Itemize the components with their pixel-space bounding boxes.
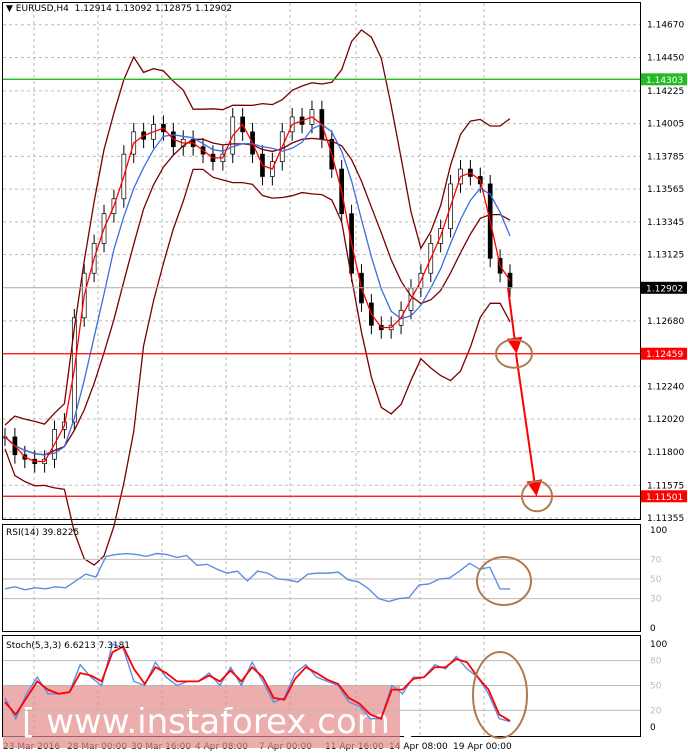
watermark: [ www.instaforex.com ] [22,702,414,742]
rsi-circle [476,556,532,606]
bollinger-lower [4,168,511,566]
dropdown-triangle-icon[interactable]: ▼ [6,4,16,14]
ma-slow [4,123,511,456]
chart-canvas[interactable]: 23 Mar 201628 Mar 00:0030 Mar 16:004 Apr… [0,0,688,755]
rsi-tick: 30 [650,595,662,605]
x-tick-label: 19 Apr 00:00 [453,742,512,752]
y-tick-label: 1.12240 [647,382,684,392]
ohlc-values: 1.12914 1.13092 1.12875 1.12902 [74,4,233,14]
stoch-tick: 80 [650,657,662,667]
level-label: 1.12459 [646,350,683,360]
y-tick-label: 1.12020 [647,415,684,425]
rsi-tick: 50 [650,575,662,585]
y-tick-label: 1.13345 [647,218,684,228]
y-tick-label: 1.13785 [647,152,684,162]
rsi-tick: 100 [650,526,667,536]
stoch-tick: 0 [650,723,656,733]
rsi-tick: 70 [650,555,662,565]
rsi-title: RSI(14) 39.8225 [6,528,79,538]
y-tick-label: 1.11575 [647,481,684,491]
y-tick-label: 1.13125 [647,251,684,261]
chart-header: ▼ EURUSD,H4 1.12914 1.13092 1.12875 1.12… [6,4,232,14]
ma-fast [4,116,511,463]
stoch-tick: 20 [650,706,662,716]
y-tick-label: 1.14005 [647,120,684,130]
stoch-title: Stoch(5,3,3) 6.6213 7.3181 [6,641,130,651]
stoch-circle [472,651,528,739]
y-tick-label: 1.14225 [647,87,684,97]
current-price-label: 1.12902 [646,284,683,294]
level-label: 1.11501 [646,493,683,503]
stoch-tick: 50 [650,682,662,692]
level-label: 1.14303 [646,76,683,86]
chart-window: 23 Mar 201628 Mar 00:0030 Mar 16:004 Apr… [0,0,688,755]
y-tick-label: 1.14670 [647,21,684,31]
y-tick-label: 1.11800 [647,448,684,458]
bollinger-middle [4,137,511,456]
bollinger-upper [4,29,511,426]
symbol: EURUSD,H4 [15,4,69,14]
rsi-line [4,552,511,603]
stoch-tick: 100 [650,640,667,650]
y-tick-label: 1.14450 [647,53,684,63]
y-tick-label: 1.11355 [647,514,684,524]
forecast-arrow [515,353,543,497]
y-tick-label: 1.12680 [647,317,684,327]
y-tick-label: 1.13565 [647,185,684,195]
rsi-tick: 0 [650,624,656,634]
